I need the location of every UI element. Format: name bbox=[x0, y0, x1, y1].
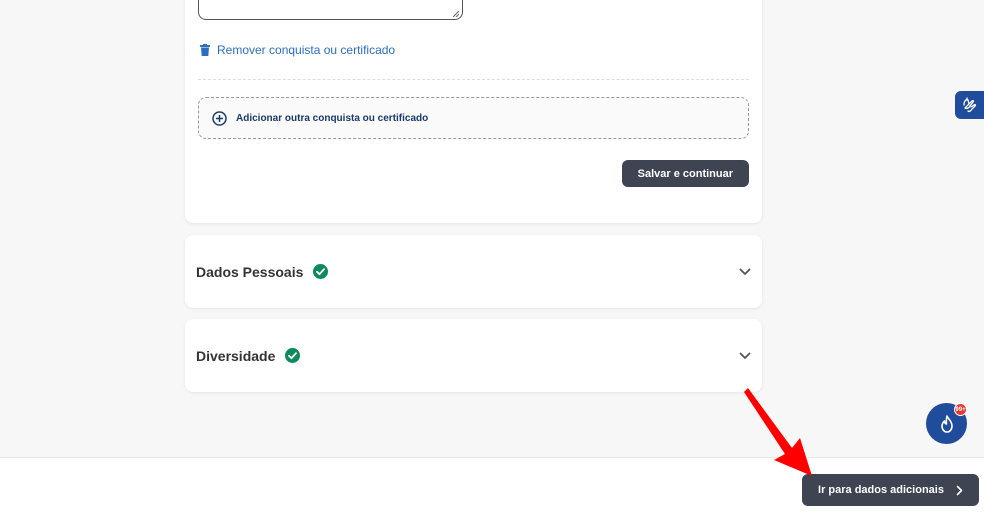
check-circle-icon bbox=[313, 264, 329, 279]
accessibility-button[interactable] bbox=[955, 91, 984, 119]
plus-circle-icon bbox=[212, 110, 227, 126]
annotation-arrow-icon bbox=[744, 388, 812, 476]
add-achievement-label: Adicionar outra conquista ou certificado bbox=[236, 112, 429, 124]
section-dados-pessoais[interactable]: Dados Pessoais bbox=[185, 235, 762, 308]
flame-icon bbox=[940, 414, 953, 433]
sign-language-icon bbox=[962, 97, 976, 113]
check-circle-icon bbox=[285, 348, 301, 363]
next-section-label: Ir para dados adicionais bbox=[818, 484, 944, 496]
resize-handle-icon[interactable] bbox=[453, 11, 459, 17]
section-title: Dados Pessoais bbox=[196, 263, 304, 280]
description-textarea[interactable] bbox=[198, 0, 463, 20]
chevron-right-icon bbox=[956, 485, 963, 495]
section-title: Diversidade bbox=[196, 347, 276, 364]
chevron-down-icon[interactable] bbox=[739, 268, 751, 276]
next-section-button[interactable]: Ir para dados adicionais bbox=[802, 474, 979, 506]
add-achievement-button[interactable]: Adicionar outra conquista ou certificado bbox=[198, 97, 749, 139]
remove-achievement-label: Remover conquista ou certificado bbox=[217, 43, 396, 57]
remove-achievement-link[interactable]: Remover conquista ou certificado bbox=[200, 43, 395, 57]
notification-badge: 99+ bbox=[954, 403, 967, 416]
section-diversidade[interactable]: Diversidade bbox=[185, 319, 762, 392]
chevron-down-icon[interactable] bbox=[739, 352, 751, 360]
trash-icon bbox=[200, 44, 210, 56]
divider bbox=[198, 79, 749, 80]
achievements-card: Remover conquista ou certificado Adicion… bbox=[185, 0, 762, 223]
save-continue-button[interactable]: Salvar e continuar bbox=[621, 160, 749, 187]
